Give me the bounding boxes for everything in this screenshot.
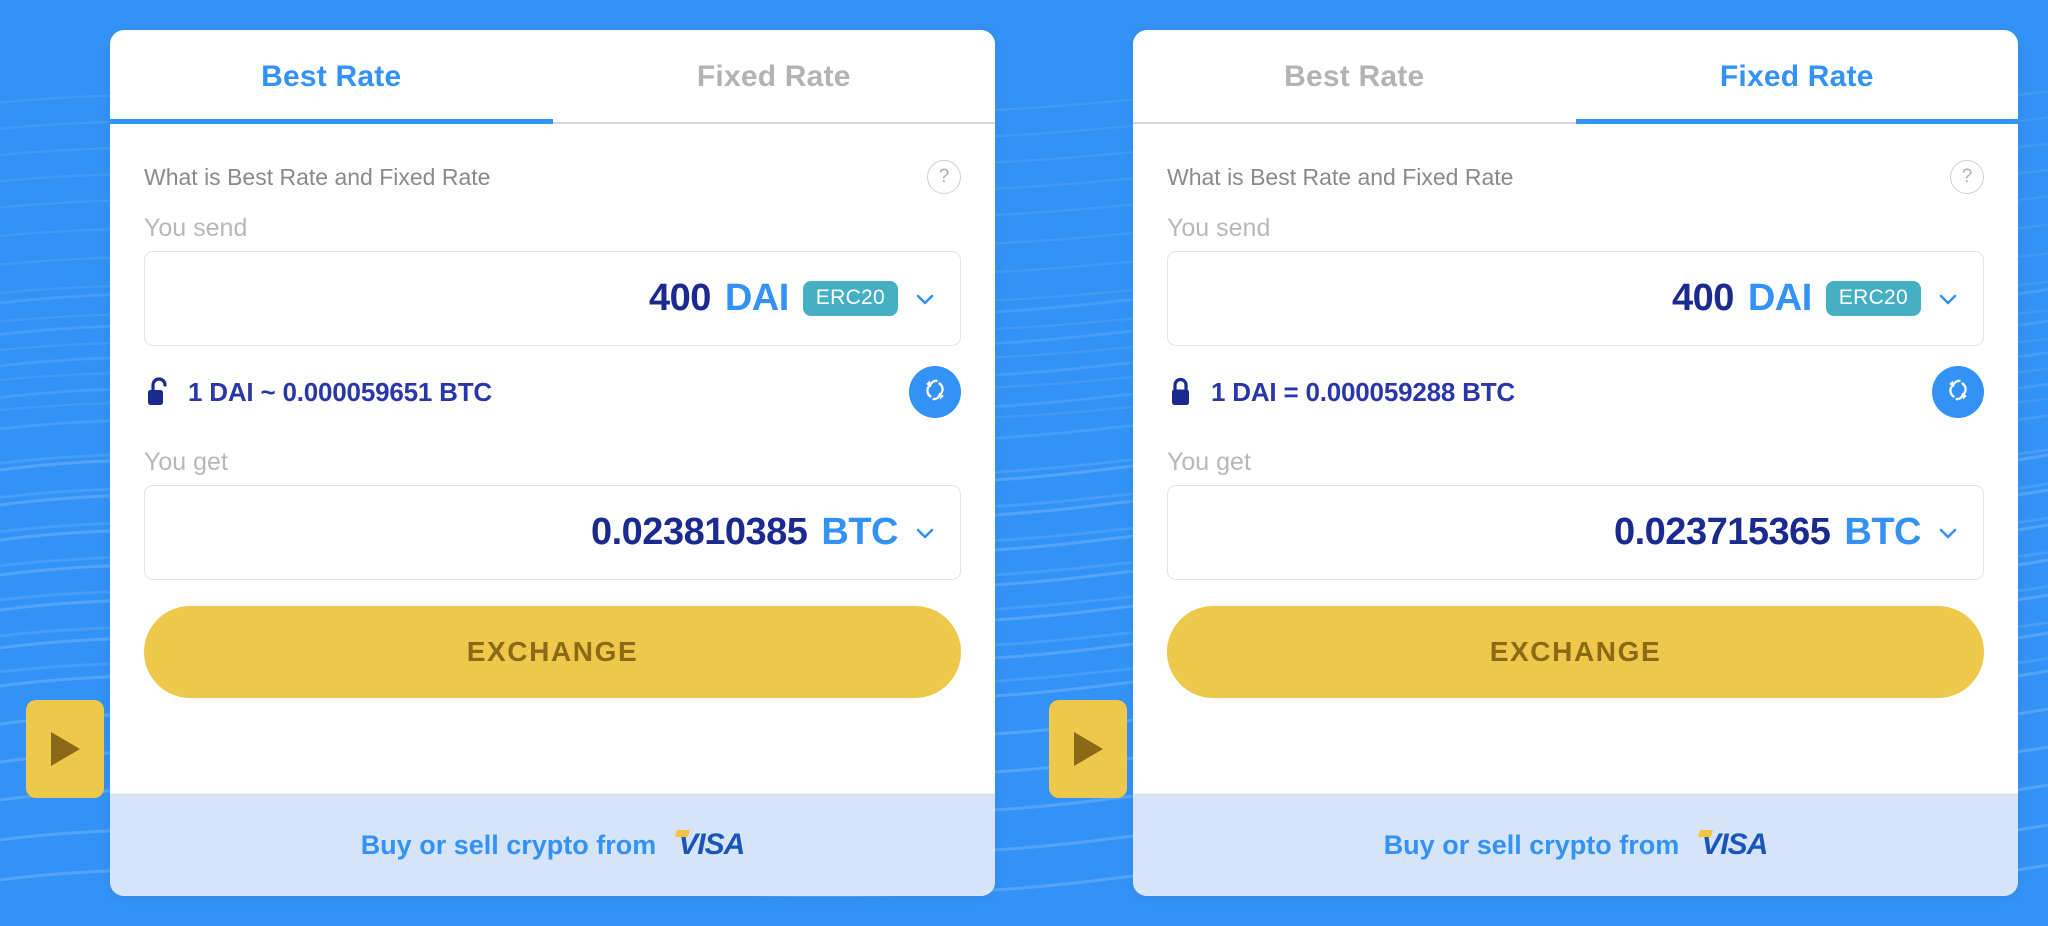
exchange-button[interactable]: EXCHANGE xyxy=(1167,606,1984,698)
you-get-ticker: BTC xyxy=(1844,511,1921,553)
chevron-down-icon[interactable] xyxy=(912,286,938,312)
widget-body: What is Best Rate and Fixed Rate ? You s… xyxy=(1133,124,2018,793)
best-rate-widget: Best Rate Fixed Rate What is Best Rate a… xyxy=(110,30,995,896)
you-get-label: You get xyxy=(144,448,228,476)
padlock-closed-icon[interactable] xyxy=(1167,376,1195,408)
network-chip-erc20[interactable]: ERC20 xyxy=(802,281,898,316)
question-mark-glyph: ? xyxy=(938,166,950,187)
exchange-rate-text: 1 DAI = 0.000059288 BTC xyxy=(1211,376,1515,407)
rate-info-row: What is Best Rate and Fixed Rate ? xyxy=(144,150,961,204)
rate-info-text: What is Best Rate and Fixed Rate xyxy=(144,163,491,190)
visa-logo: VISA xyxy=(672,828,745,862)
tab-fixed-rate[interactable]: Fixed Rate xyxy=(1575,30,2019,124)
chevron-down-icon[interactable] xyxy=(1935,520,1961,546)
you-get-input[interactable]: 0.023810385 BTC xyxy=(144,485,961,580)
refresh-icon xyxy=(1943,375,1973,410)
you-send-label: You send xyxy=(144,214,248,242)
tab-fixed-rate-label: Fixed Rate xyxy=(1719,60,1874,93)
question-mark-icon[interactable]: ? xyxy=(927,160,961,194)
footer-text: Buy or sell crypto from xyxy=(1383,829,1680,860)
refresh-rate-button[interactable] xyxy=(909,366,961,418)
tab-best-rate-label: Best Rate xyxy=(1284,60,1425,93)
chevron-down-icon[interactable] xyxy=(1935,286,1961,312)
exchange-rate-row: 1 DAI ~ 0.000059651 BTC xyxy=(144,346,961,438)
tab-best-rate[interactable]: Best Rate xyxy=(110,30,553,124)
you-get-label: You get xyxy=(1167,448,1251,476)
network-chip-erc20[interactable]: ERC20 xyxy=(1825,281,1921,316)
you-get-ticker: BTC xyxy=(821,511,898,553)
you-send-ticker: DAI xyxy=(1747,277,1812,319)
tab-best-rate-label: Best Rate xyxy=(261,60,402,93)
footer-text: Buy or sell crypto from xyxy=(360,829,657,860)
tab-fixed-rate-label: Fixed Rate xyxy=(696,60,851,93)
play-tab-left[interactable] xyxy=(26,700,104,798)
rate-mode-tabs: Best Rate Fixed Rate xyxy=(1133,30,2018,124)
question-mark-glyph: ? xyxy=(1961,166,1973,187)
play-triangle-icon xyxy=(1070,729,1106,769)
refresh-rate-button[interactable] xyxy=(1932,366,1984,418)
tab-best-rate[interactable]: Best Rate xyxy=(1133,30,1576,124)
play-tab-right[interactable] xyxy=(1049,700,1127,798)
rate-mode-tabs: Best Rate Fixed Rate xyxy=(110,30,995,124)
you-send-input[interactable]: 400 DAI ERC20 xyxy=(144,251,961,346)
play-triangle-icon xyxy=(47,729,83,769)
question-mark-icon[interactable]: ? xyxy=(1950,160,1984,194)
you-send-input[interactable]: 400 DAI ERC20 xyxy=(1167,251,1984,346)
you-send-ticker: DAI xyxy=(724,277,789,319)
you-send-amount: 400 xyxy=(648,277,711,319)
chevron-down-icon[interactable] xyxy=(912,520,938,546)
tab-fixed-rate[interactable]: Fixed Rate xyxy=(552,30,996,124)
exchange-rate-row: 1 DAI = 0.000059288 BTC xyxy=(1167,346,1984,438)
you-get-amount: 0.023810385 xyxy=(590,511,808,553)
visa-logo: VISA xyxy=(1695,828,1768,862)
you-send-amount: 400 xyxy=(1671,277,1734,319)
buy-sell-crypto-footer[interactable]: Buy or sell crypto from VISA xyxy=(1133,793,2018,896)
you-send-label: You send xyxy=(1167,214,1271,242)
rate-info-text: What is Best Rate and Fixed Rate xyxy=(1167,163,1514,190)
you-get-input[interactable]: 0.023715365 BTC xyxy=(1167,485,1984,580)
buy-sell-crypto-footer[interactable]: Buy or sell crypto from VISA xyxy=(110,793,995,896)
padlock-open-icon[interactable] xyxy=(144,376,172,408)
refresh-icon xyxy=(920,375,950,410)
exchange-button[interactable]: EXCHANGE xyxy=(144,606,961,698)
fixed-rate-widget: Best Rate Fixed Rate What is Best Rate a… xyxy=(1133,30,2018,896)
widget-body: What is Best Rate and Fixed Rate ? You s… xyxy=(110,124,995,793)
exchange-rate-text: 1 DAI ~ 0.000059651 BTC xyxy=(188,376,492,407)
rate-info-row: What is Best Rate and Fixed Rate ? xyxy=(1167,150,1984,204)
you-get-amount: 0.023715365 xyxy=(1613,511,1831,553)
